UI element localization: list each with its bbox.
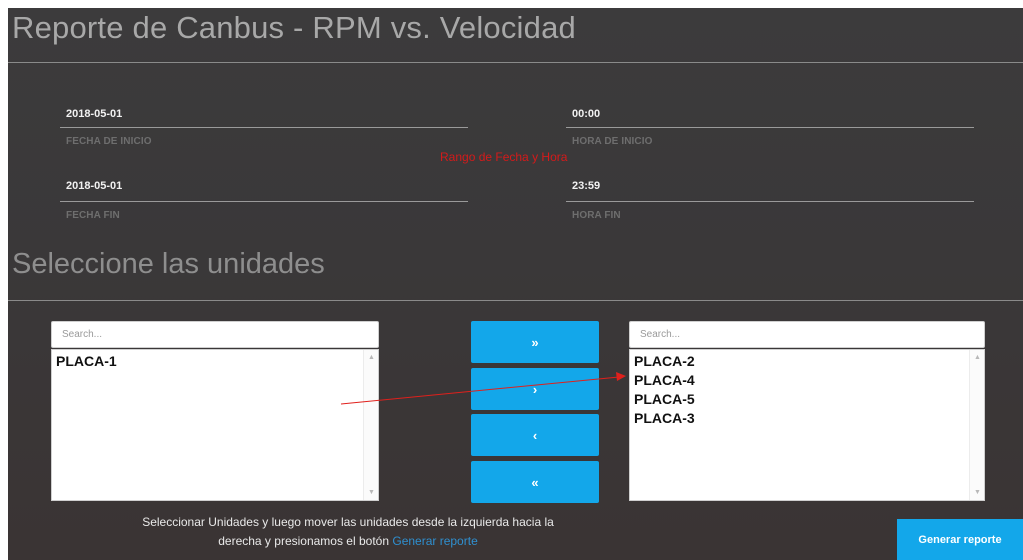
instructions-line-1: Seleccionar Unidades y luego mover las u… [142, 515, 554, 529]
instructions-text: Seleccionar Unidades y luego mover las u… [48, 513, 648, 551]
report-panel: Reporte de Canbus - RPM vs. Velocidad 20… [8, 8, 1023, 560]
generate-report-button[interactable]: Generar reporte [897, 519, 1023, 560]
instructions-line-2: derecha y presionamos el botón Generar r… [48, 532, 648, 551]
annotation-arrow [340, 372, 626, 405]
instructions-line-2-text: derecha y presionamos el botón [218, 534, 390, 548]
generate-report-link[interactable]: Generar reporte [392, 534, 477, 548]
